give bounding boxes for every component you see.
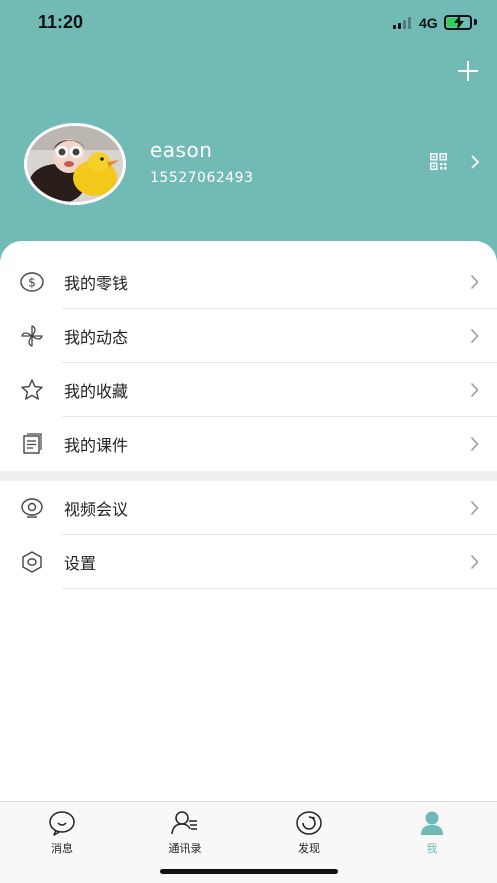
status-time: 11:20 [38,12,84,32]
qr-code-icon[interactable] [430,153,447,170]
tab-discover[interactable]: 发现 [269,810,349,860]
tab-label-me: 我 [426,842,438,855]
tab-messages[interactable]: 消息 [22,810,102,860]
star-icon [21,379,43,400]
menu-group-primary: $ 我的零钱 我的动态 我的收藏 我的课件 [0,255,497,471]
section-divider [0,471,497,481]
profile-chevron-right-icon[interactable] [470,154,480,170]
home-indicator [160,869,338,874]
document-icon [23,433,42,454]
menu-label-moments: 我的动态 [64,328,129,347]
menu-item-wallet[interactable]: $ 我的零钱 [0,255,497,309]
webcam-icon [21,498,43,518]
signal-icon [393,17,413,29]
network-type: 4G [419,15,438,31]
charging-bolt-icon [454,15,464,30]
tab-label-contacts: 通讯录 [168,842,202,855]
chevron-right-icon [470,382,479,398]
wallet-icon: $ [20,272,44,292]
chevron-right-icon [470,436,479,452]
chevron-right-icon [470,500,479,516]
tab-contacts[interactable]: 通讯录 [145,810,225,860]
menu-label-courseware: 我的课件 [64,436,129,455]
hexagon-settings-icon [22,551,42,573]
status-bar: 11:20 4G [0,0,497,48]
menu-group-secondary: 视频会议 设置 [0,481,497,589]
profile-row[interactable]: eason 15527062493 [0,120,497,210]
avatar[interactable] [24,123,126,205]
chevron-right-icon [470,274,479,290]
menu-item-favorites[interactable]: 我的收藏 [0,363,497,417]
tab-me[interactable]: 我 [392,810,472,860]
add-plus-button[interactable] [456,59,480,83]
contacts-icon [171,811,197,835]
menu-item-courseware[interactable]: 我的课件 [0,417,497,471]
profile-phone-number: 15527062493 [150,170,254,186]
chevron-right-icon [470,328,479,344]
tab-label-discover: 发现 [298,842,320,855]
battery-tip [474,19,477,25]
chevron-right-icon [470,554,479,570]
menu-item-video-meeting[interactable]: 视频会议 [0,481,497,535]
avatar-photo [27,126,123,202]
divider [62,588,497,589]
svg-text:$: $ [28,276,36,290]
chat-icon [49,811,75,836]
menu-label-favorites: 我的收藏 [64,382,129,401]
menu-item-settings[interactable]: 设置 [0,535,497,589]
profile-username: eason [150,138,213,162]
menu-label-video-meeting: 视频会议 [64,500,129,519]
menu-label-wallet: 我的零钱 [64,274,129,293]
discover-icon [296,811,322,835]
menu-label-settings: 设置 [64,554,97,573]
tab-label-messages: 消息 [51,842,73,855]
user-icon [421,811,443,835]
menu-item-moments[interactable]: 我的动态 [0,309,497,363]
pinwheel-icon [21,325,43,347]
